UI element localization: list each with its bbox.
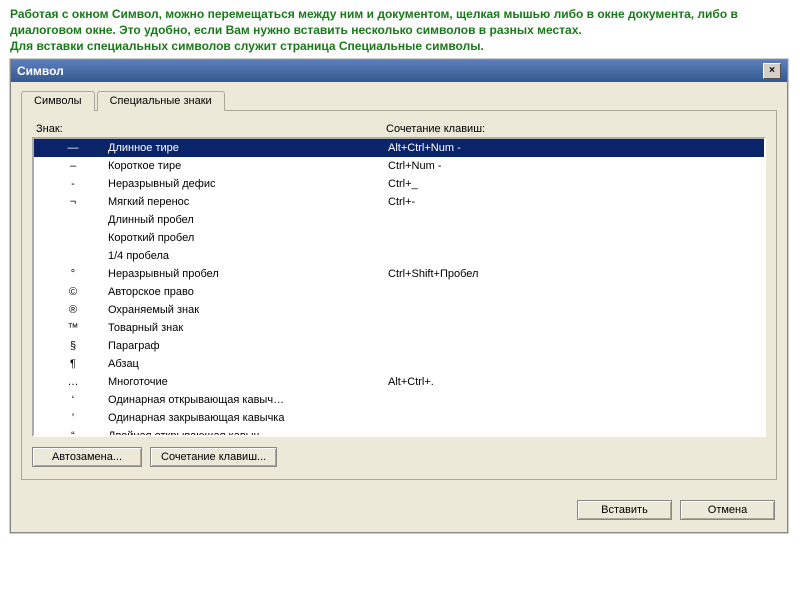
symbol-name: Многоточие <box>108 374 388 390</box>
list-header: Знак: Сочетание клавиш: <box>32 119 766 137</box>
symbol-glyph <box>38 248 108 264</box>
symbol-shortcut: Ctrl+Num - <box>388 158 760 174</box>
symbol-name: Одинарная закрывающая кавычка <box>108 410 388 426</box>
symbol-name: Короткое тире <box>108 158 388 174</box>
tab-symbols[interactable]: Символы <box>21 91 95 111</box>
symbol-glyph: ¶ <box>38 356 108 372</box>
symbol-glyph: ° <box>38 266 108 282</box>
list-item[interactable]: ©Авторское право <box>34 283 764 301</box>
list-item[interactable]: “Двойная открывающая кавыч… <box>34 427 764 437</box>
symbol-name: Охраняемый знак <box>108 302 388 318</box>
symbol-shortcut: Alt+Ctrl+Num - <box>388 140 760 156</box>
symbol-name: Авторское право <box>108 284 388 300</box>
tab-special-characters[interactable]: Специальные знаки <box>97 91 225 111</box>
symbol-shortcut <box>388 212 760 228</box>
dialog-title: Символ <box>17 64 64 78</box>
symbol-name: 1/4 пробела <box>108 248 388 264</box>
list-item[interactable]: ™Товарный знак <box>34 319 764 337</box>
symbol-glyph: “ <box>38 428 108 437</box>
symbol-glyph: © <box>38 284 108 300</box>
symbol-shortcut <box>388 320 760 336</box>
symbol-shortcut <box>388 248 760 264</box>
symbol-shortcut: Ctrl+Shift+Пробел <box>388 266 760 282</box>
header-shortcut: Сочетание клавиш: <box>386 123 485 135</box>
symbol-shortcut <box>388 230 760 246</box>
list-item[interactable]: ¶Абзац <box>34 355 764 373</box>
tab-strip: Символы Специальные знаки <box>21 90 777 111</box>
special-characters-listbox[interactable]: —Длинное тиреAlt+Ctrl+Num -–Короткое тир… <box>32 137 766 437</box>
cancel-button[interactable]: Отмена <box>680 500 775 520</box>
symbol-glyph: ™ <box>38 320 108 336</box>
symbol-dialog: Символ × Символы Специальные знаки Знак:… <box>10 59 788 533</box>
symbol-shortcut <box>388 338 760 354</box>
list-item[interactable]: ®Охраняемый знак <box>34 301 764 319</box>
symbol-glyph: ’ <box>38 410 108 426</box>
symbol-glyph <box>38 212 108 228</box>
symbol-shortcut <box>388 428 760 437</box>
autocorrect-button[interactable]: Автозамена... <box>32 447 142 467</box>
symbol-glyph: ® <box>38 302 108 318</box>
symbol-glyph: ‘ <box>38 392 108 408</box>
list-item[interactable]: Короткий пробел <box>34 229 764 247</box>
list-item[interactable]: Длинный пробел <box>34 211 764 229</box>
symbol-name: Неразрывный пробел <box>108 266 388 282</box>
symbol-glyph: … <box>38 374 108 390</box>
symbol-glyph: § <box>38 338 108 354</box>
close-icon[interactable]: × <box>763 63 781 79</box>
list-item[interactable]: ¬Мягкий переносCtrl+- <box>34 193 764 211</box>
symbol-name: Длинный пробел <box>108 212 388 228</box>
symbol-name: Двойная открывающая кавыч… <box>108 428 388 437</box>
shortcut-key-button[interactable]: Сочетание клавиш... <box>150 447 277 467</box>
intro-line2: Для вставки специальных символов служит … <box>10 39 484 53</box>
symbol-name: Короткий пробел <box>108 230 388 246</box>
symbol-shortcut <box>388 410 760 426</box>
list-item[interactable]: -Неразрывный дефисCtrl+_ <box>34 175 764 193</box>
symbol-name: Длинное тире <box>108 140 388 156</box>
list-item[interactable]: …МноготочиеAlt+Ctrl+. <box>34 373 764 391</box>
list-item[interactable]: –Короткое тиреCtrl+Num - <box>34 157 764 175</box>
header-sign: Знак: <box>36 123 386 135</box>
symbol-glyph: ¬ <box>38 194 108 210</box>
symbol-shortcut <box>388 284 760 300</box>
symbol-name: Товарный знак <box>108 320 388 336</box>
tab-panel-special: Знак: Сочетание клавиш: —Длинное тиреAlt… <box>21 111 777 480</box>
symbol-name: Параграф <box>108 338 388 354</box>
symbol-glyph: - <box>38 176 108 192</box>
symbol-glyph: — <box>38 140 108 156</box>
intro-line1: Работая с окном Символ, можно перемещать… <box>10 7 738 37</box>
list-item[interactable]: —Длинное тиреAlt+Ctrl+Num - <box>34 139 764 157</box>
dialog-footer: Вставить Отмена <box>11 490 787 532</box>
symbol-shortcut <box>388 392 760 408</box>
symbol-name: Неразрывный дефис <box>108 176 388 192</box>
intro-text: Работая с окном Символ, можно перемещать… <box>0 0 800 59</box>
symbol-shortcut <box>388 356 760 372</box>
insert-button[interactable]: Вставить <box>577 500 672 520</box>
list-item[interactable]: §Параграф <box>34 337 764 355</box>
symbol-name: Мягкий перенос <box>108 194 388 210</box>
symbol-shortcut: Alt+Ctrl+. <box>388 374 760 390</box>
symbol-shortcut <box>388 302 760 318</box>
symbol-name: Абзац <box>108 356 388 372</box>
list-item[interactable]: °Неразрывный пробелCtrl+Shift+Пробел <box>34 265 764 283</box>
list-item[interactable]: 1/4 пробела <box>34 247 764 265</box>
symbol-glyph: – <box>38 158 108 174</box>
symbol-shortcut: Ctrl+_ <box>388 176 760 192</box>
symbol-shortcut: Ctrl+- <box>388 194 760 210</box>
titlebar[interactable]: Символ × <box>11 60 787 82</box>
list-item[interactable]: ’Одинарная закрывающая кавычка <box>34 409 764 427</box>
symbol-glyph <box>38 230 108 246</box>
symbol-name: Одинарная открывающая кавыч… <box>108 392 388 408</box>
list-item[interactable]: ‘Одинарная открывающая кавыч… <box>34 391 764 409</box>
